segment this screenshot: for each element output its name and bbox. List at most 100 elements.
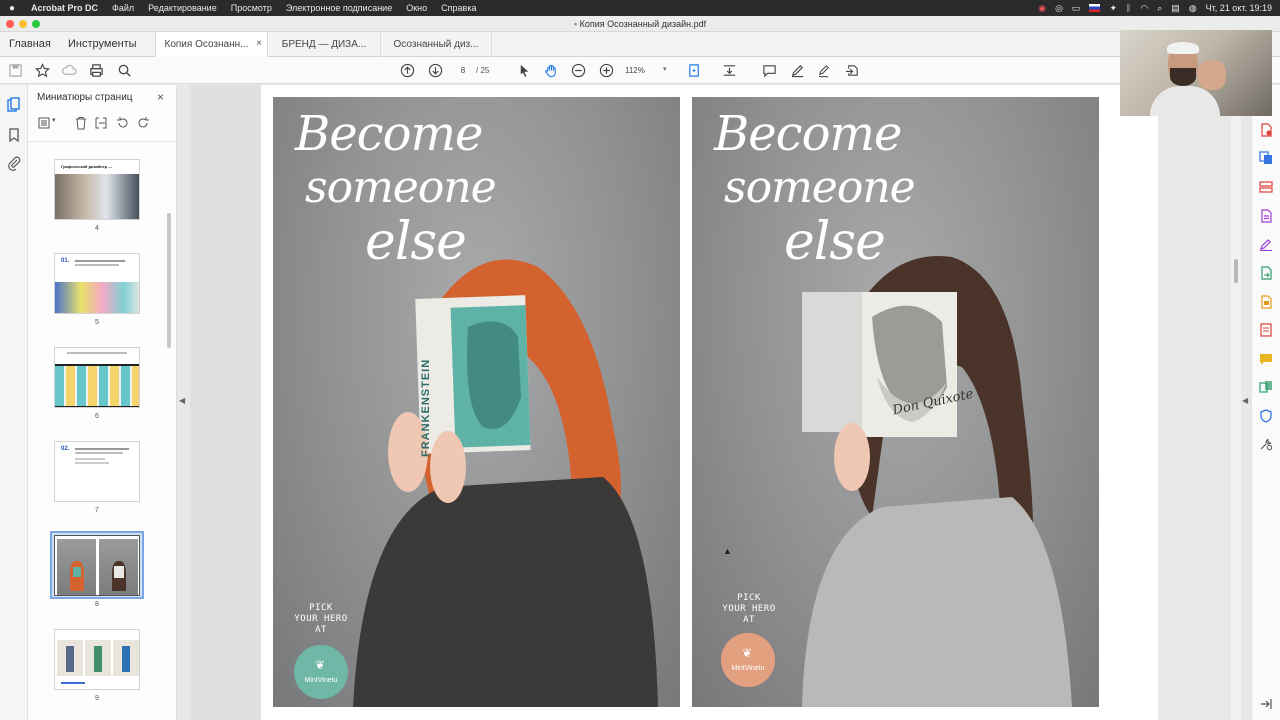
export-pdf-icon[interactable] — [1259, 266, 1273, 280]
previous-page-button[interactable] — [399, 62, 415, 78]
spotlight-icon[interactable]: ⌕ — [1157, 3, 1162, 14]
thumbnail-options-icon[interactable] — [38, 116, 52, 130]
next-page-button[interactable] — [427, 62, 443, 78]
tagline-line: YOUR HERO — [294, 614, 348, 624]
nav-home[interactable]: Главная — [9, 38, 51, 50]
page-thumbnails-icon[interactable] — [6, 97, 22, 113]
zoom-out-icon[interactable] — [570, 62, 586, 78]
menu-edit[interactable]: Редактирование — [141, 3, 224, 13]
save-icon[interactable] — [7, 62, 23, 78]
webcam-person-body — [1150, 86, 1220, 116]
macos-menubar: ● Acrobat Pro DC Файл Редактирование Про… — [0, 0, 1280, 16]
brand-logo: ❦ MintVinetu — [294, 645, 348, 699]
bookmark-icon[interactable] — [6, 127, 22, 143]
zoom-in-icon[interactable] — [598, 62, 614, 78]
record-icon[interactable]: ◉ — [1038, 3, 1046, 14]
document-scrollbar[interactable] — [1231, 85, 1241, 720]
siri-icon[interactable]: ◍ — [1189, 3, 1197, 14]
zoom-level-select[interactable]: 112% — [625, 66, 645, 75]
menu-app-name[interactable]: Acrobat Pro DC — [24, 3, 105, 13]
scrollbar-thumb[interactable] — [1234, 259, 1238, 283]
menu-help[interactable]: Справка — [434, 3, 483, 13]
share-icon[interactable] — [844, 62, 860, 78]
menu-view[interactable]: Просмотр — [224, 3, 279, 13]
pen-icon[interactable] — [789, 62, 805, 78]
chevron-down-icon[interactable]: ▾ — [663, 65, 667, 73]
doc-tab[interactable]: Осознанный диз... — [380, 32, 492, 57]
collapse-panel-caret-icon[interactable]: ◀ — [179, 396, 185, 405]
apple-menu-icon[interactable]: ● — [0, 3, 24, 14]
select-pointer-icon[interactable] — [516, 62, 532, 78]
window-title-text: Копия Осознанный дизайн.pdf — [579, 19, 707, 29]
thumbnail-heading: 01. — [61, 258, 70, 264]
thumbnail-scrollbar[interactable] — [167, 213, 171, 348]
scroll-mode-icon[interactable] — [721, 62, 737, 78]
page-number-input[interactable]: 8 — [450, 63, 476, 79]
sync-icon[interactable]: ◎ — [1055, 3, 1063, 14]
expand-tools-caret-icon[interactable]: ◀ — [1242, 396, 1248, 405]
doc-tab[interactable]: БРЕНД — ДИЗА... — [267, 32, 380, 57]
close-panel-icon[interactable]: × — [157, 90, 164, 104]
sign-icon[interactable] — [816, 62, 832, 78]
menubar-clock[interactable]: Чт, 21 окт. 19:19 — [1206, 3, 1272, 13]
close-tab-icon[interactable]: × — [256, 38, 262, 49]
compare-files-icon[interactable] — [1259, 380, 1273, 394]
create-pdf-icon[interactable] — [1259, 123, 1273, 137]
thumbnail-page[interactable] — [54, 347, 140, 408]
control-center-icon[interactable]: ▤ — [1171, 3, 1180, 14]
menu-file[interactable]: Файл — [105, 3, 141, 13]
bluetooth-icon[interactable]: ᛒ — [1126, 3, 1131, 13]
menu-window[interactable]: Окно — [399, 3, 434, 13]
edit-pdf-icon[interactable] — [1259, 209, 1273, 223]
rotate-right-icon[interactable] — [136, 116, 150, 130]
page-fit-icon[interactable] — [686, 62, 702, 78]
tool-icon[interactable]: ✦ — [1109, 3, 1117, 14]
cloud-upload-icon[interactable] — [61, 62, 77, 78]
protect-shield-icon[interactable] — [1259, 409, 1273, 423]
thumbnail-text-line — [61, 682, 85, 684]
comment-icon[interactable] — [761, 62, 777, 78]
rotate-left-icon[interactable] — [116, 116, 130, 130]
chevron-down-icon[interactable]: ▾ — [52, 116, 66, 130]
star-icon[interactable] — [34, 62, 50, 78]
thumbnail-photo — [55, 282, 139, 313]
thumbnail-page-selected[interactable] — [54, 535, 140, 596]
document-viewport[interactable]: Become someone else FRANKENSTEIN PICK YO… — [190, 85, 1158, 720]
thumbnail-page[interactable]: Графический дизайнер — — [54, 159, 140, 220]
attachment-icon[interactable] — [6, 155, 22, 171]
poster-tagline: PICK YOUR HERO AT — [291, 603, 351, 636]
more-tools-icon[interactable] — [1259, 437, 1273, 451]
thumbnail-photo — [85, 640, 111, 676]
combine-files-icon[interactable] — [1259, 151, 1273, 165]
thumbnail-poster-left — [57, 539, 96, 595]
thumbnail-number: 5 — [95, 319, 99, 326]
doc-tab-label: Осознанный диз... — [393, 39, 479, 50]
thumbnail-page[interactable] — [54, 629, 140, 690]
scan-ocr-icon[interactable] — [1259, 295, 1273, 309]
search-icon[interactable] — [116, 62, 132, 78]
delete-page-icon[interactable] — [74, 116, 88, 130]
menu-esign[interactable]: Электронное подписание — [279, 3, 399, 13]
print-icon[interactable] — [88, 62, 104, 78]
wifi-icon[interactable]: ◠ — [1140, 3, 1148, 14]
thumbnail-page[interactable]: 01. — [54, 253, 140, 314]
doc-tab-active[interactable]: Копия Осознанн... × — [155, 32, 267, 57]
thumbnail-figure — [94, 646, 102, 672]
page-thumbnails-panel: Миниатюры страниц × ▾ Графический дизайн… — [28, 85, 177, 720]
thumbnail-number: 8 — [95, 601, 99, 608]
pdf-tools-icon[interactable] — [1259, 323, 1273, 337]
organize-pages-icon[interactable] — [1259, 180, 1273, 194]
thumbnail-number: 7 — [95, 507, 99, 514]
extract-page-icon[interactable] — [94, 116, 108, 130]
comment-tool-icon[interactable] — [1259, 352, 1273, 366]
nav-tools[interactable]: Инструменты — [68, 38, 137, 50]
input-language-flag-icon[interactable] — [1089, 4, 1101, 12]
thumbnail-number: 9 — [95, 695, 99, 702]
thumbnail-text-line — [75, 458, 105, 460]
keyboard-icon[interactable]: ▭ — [1072, 3, 1081, 14]
collapse-rail-icon[interactable] — [1259, 697, 1273, 711]
hand-tool-icon[interactable] — [543, 62, 559, 78]
thumbnail-page[interactable]: 02. — [54, 441, 140, 502]
thumbnail-number: 6 — [95, 413, 99, 420]
fill-sign-icon[interactable] — [1259, 237, 1273, 252]
